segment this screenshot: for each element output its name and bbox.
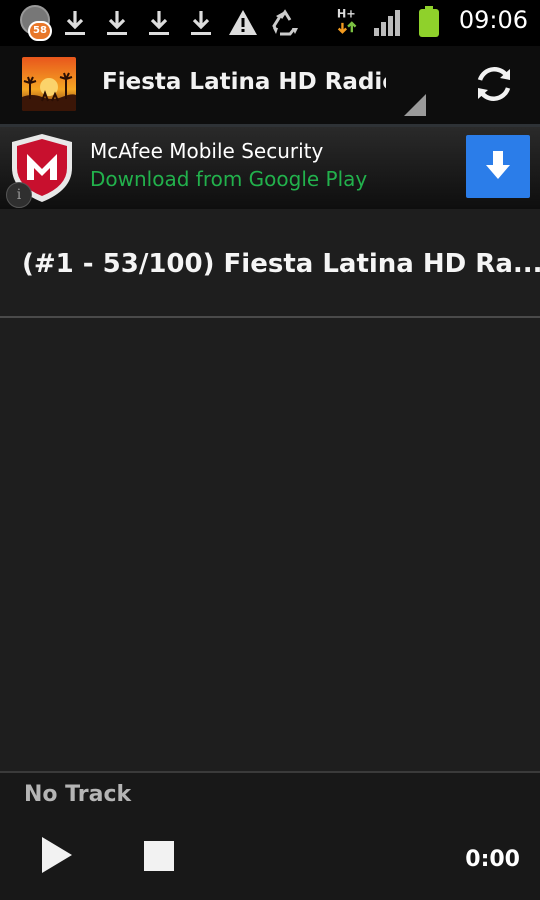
download-icon [149,11,169,35]
notification-badge-icon: 58 [20,5,54,41]
stop-icon[interactable] [142,839,176,873]
list-item[interactable]: (#1 - 53/100) Fiesta Latina HD Ra... [0,209,540,317]
player-bar: No Track 0:00 [0,773,540,900]
status-bar: 58 H+ 09:06 [0,0,540,46]
warning-icon [229,10,257,35]
download-icon [107,11,127,35]
signal-icon [374,10,400,36]
clock: 09:06 [458,6,528,34]
recycle-icon [272,9,298,36]
ad-banner[interactable]: i McAfee Mobile Security Download from G… [0,127,540,209]
h-plus-data-icon: H+ [337,7,357,34]
ad-title: McAfee Mobile Security [90,139,324,163]
track-name: No Track [24,782,132,807]
playback-time: 0:00 [465,847,520,872]
download-arrow-icon [486,151,510,179]
download-icon [191,11,211,35]
station-label: (#1 - 53/100) Fiesta Latina HD Ra... [22,249,540,279]
notification-count: 58 [28,21,52,41]
spinner-dropdown-icon[interactable] [404,94,426,116]
station-spinner-title[interactable]: Fiesta Latina HD Radio N [102,69,386,103]
refresh-icon[interactable] [470,60,518,108]
play-icon[interactable] [36,833,76,877]
action-bar: Fiesta Latina HD Radio N [0,46,540,124]
app-logo-icon[interactable] [22,57,76,111]
ad-info-icon[interactable]: i [6,182,32,208]
battery-icon [419,6,439,37]
download-icon [65,11,85,35]
ad-download-button[interactable] [466,135,530,198]
svg-text:H+: H+ [337,7,356,20]
station-list-area [0,318,540,771]
ad-subtitle: Download from Google Play [90,167,368,191]
